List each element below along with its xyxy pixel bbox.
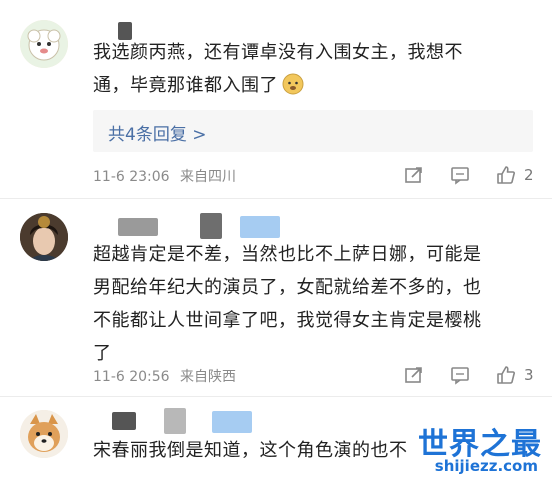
thumbs-up-icon [497, 166, 515, 184]
comment-meta: 11-6 23:06 来自四川 [93, 166, 236, 186]
portrait-avatar-icon [20, 213, 68, 261]
comment-icon [451, 167, 469, 185]
comment-line: 我选颜丙燕，还有谭卓没有入围女主，我想不 [93, 42, 463, 63]
thumbs-up-icon [497, 366, 515, 384]
comment-divider [0, 396, 552, 397]
username-blurred[interactable] [112, 412, 136, 430]
like-button[interactable]: 2 [495, 164, 534, 186]
comment-text: 宋春丽我倒是知道，这个角色演的也不 [93, 434, 408, 467]
comment-line: 超越肯定是不差，当然也比不上萨日娜，可能是 [93, 244, 482, 265]
comment-location: 来自陕西 [180, 369, 237, 385]
sheep-avatar-icon [20, 20, 68, 68]
comment-item: 我选颜丙燕，还有谭卓没有入围女主，我想不 通，毕竟那谁都入围了 共4条回复 > … [0, 0, 552, 200]
comment-divider [0, 198, 552, 199]
like-count: 2 [524, 166, 534, 184]
comment-button[interactable] [450, 365, 470, 385]
comment-line: 不能都让人世间拿了吧，我觉得女主肯定是樱桃 [93, 310, 482, 331]
username-blurred[interactable] [164, 408, 186, 434]
view-replies-link[interactable]: 共4条回复 > [108, 120, 206, 145]
user-avatar[interactable] [20, 213, 68, 261]
watermark-site-text: shijiezz.com [434, 457, 538, 475]
username-blurred[interactable] [240, 216, 280, 238]
comment-location: 来自四川 [180, 169, 237, 185]
comment-meta: 11-6 20:56 来自陕西 [93, 366, 236, 386]
username-blurred[interactable] [118, 218, 158, 236]
repost-icon [405, 167, 422, 183]
username-blurred[interactable] [212, 411, 252, 433]
comment-time: 11-6 20:56 [93, 369, 170, 385]
comment-item: 超越肯定是不差，当然也比不上萨日娜，可能是 男配给年纪大的演员了，女配就给差不多… [0, 200, 552, 400]
user-avatar[interactable] [20, 20, 68, 68]
comment-time: 11-6 23:06 [93, 169, 170, 185]
comment-line: 通，毕竟那谁都入围了 [93, 69, 463, 102]
like-count: 3 [524, 366, 534, 384]
comment-icon [451, 367, 469, 385]
comment-line: 男配给年纪大的演员了，女配就给差不多的，也 [93, 277, 482, 298]
like-button[interactable]: 3 [495, 364, 534, 386]
comment-text: 超越肯定是不差，当然也比不上萨日娜，可能是 男配给年纪大的演员了，女配就给差不多… [93, 238, 482, 370]
repost-icon [405, 367, 422, 383]
shiba-dog-avatar-icon [20, 410, 68, 458]
repost-button[interactable] [404, 165, 424, 185]
repost-button[interactable] [404, 365, 424, 385]
comment-line: 宋春丽我倒是知道，这个角色演的也不 [93, 440, 408, 461]
doge-emoji-icon [282, 73, 304, 95]
comment-button[interactable] [450, 165, 470, 185]
user-avatar[interactable] [20, 410, 68, 458]
username-blurred[interactable] [200, 213, 222, 239]
comment-text: 我选颜丙燕，还有谭卓没有入围女主，我想不 通，毕竟那谁都入围了 [93, 36, 463, 102]
